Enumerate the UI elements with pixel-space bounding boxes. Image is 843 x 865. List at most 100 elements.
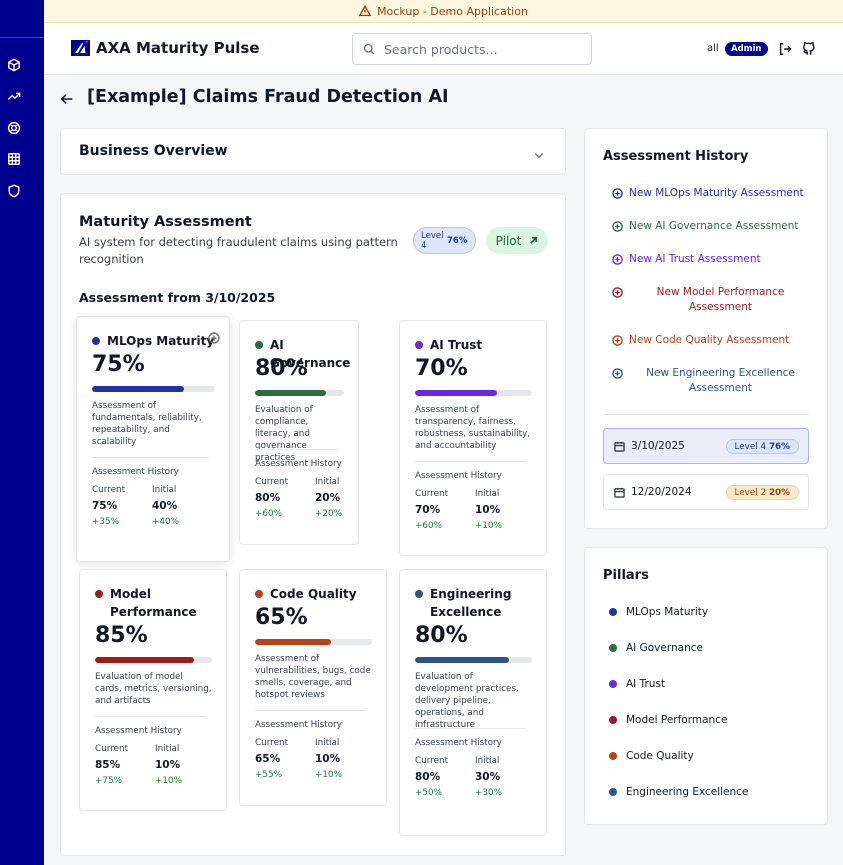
current-delta: +60% (415, 521, 442, 531)
current-delta: +55% (255, 770, 282, 780)
trending-up-icon[interactable] (7, 89, 21, 103)
current-label: Current (415, 756, 449, 766)
initial-label: Initial (475, 489, 500, 499)
pillar-card[interactable]: AI Trust 70% Assessment of transparency,… (399, 320, 547, 556)
initial-value: 10% (155, 759, 181, 771)
add-circle-icon (612, 188, 623, 199)
pillar-color-dot (609, 644, 617, 652)
pillar-description: Assessment of fundamentals, reliability,… (92, 401, 202, 447)
initial-value: 20% (315, 492, 341, 504)
assessment-date-row[interactable]: 3/10/2025 Level 4 76% (603, 428, 809, 464)
new-assessment-link[interactable]: New Engineering Excellence Assessment (612, 366, 812, 396)
pillar-score: 75% (92, 352, 145, 377)
axa-logo[interactable] (71, 40, 90, 56)
business-overview-panel[interactable]: Business Overview (60, 128, 566, 175)
add-circle-icon (612, 254, 623, 265)
pillar-color-dot (609, 788, 617, 796)
history-divider (603, 414, 809, 415)
lifebuoy-icon[interactable] (7, 121, 21, 135)
pillar-description: Assessment of transparency, fairness, ro… (415, 405, 531, 451)
current-label: Current (95, 744, 129, 754)
banner-text: Mockup - Demo Application (377, 4, 528, 18)
new-assessment-link[interactable]: New AI Governance Assessment (612, 219, 812, 234)
assessment-date-row[interactable]: 12/20/2024 Level 2 20% (603, 474, 809, 510)
new-assessment-link[interactable]: New MLOps Maturity Assessment (612, 186, 812, 201)
current-label: Current (415, 489, 449, 499)
current-delta: +35% (92, 517, 119, 527)
pillar-card[interactable]: Code Quality 65% Assessment of vulnerabi… (239, 569, 387, 806)
external-link-icon (530, 236, 538, 244)
level-label: Level 4 (421, 231, 444, 251)
new-assessment-label: New AI Trust Assessment (629, 253, 761, 265)
pillar-description: Assessment of vulnerabilities, bugs, cod… (255, 654, 371, 700)
business-overview-title: Business Overview (79, 143, 228, 159)
pillar-progress-fill (95, 657, 195, 663)
assessment-date: 3/10/2025 (631, 440, 685, 452)
cube-icon[interactable] (7, 58, 21, 72)
pillar-score: 70% (415, 356, 468, 381)
assessment-level-pct: 20% (768, 488, 790, 498)
pillar-progress-track (415, 390, 532, 396)
new-assessment-label: New Model Performance Assessment (656, 286, 785, 313)
pillar-card[interactable]: MLOps Maturity 75% Assessment of fundame… (76, 316, 230, 562)
initial-delta: +10% (155, 776, 182, 786)
pillar-divider (255, 449, 338, 450)
current-value: 85% (95, 759, 121, 771)
search-box[interactable] (352, 33, 592, 65)
pillar-card[interactable]: Engineering Excellence 80% Evaluation of… (399, 569, 547, 836)
brand-name[interactable]: AXA Maturity Pulse (96, 39, 260, 57)
grid-icon[interactable] (7, 152, 21, 166)
demo-banner: Mockup - Demo Application (44, 0, 843, 23)
pillar-progress-fill (255, 639, 332, 645)
stage-badge[interactable]: Pilot (486, 227, 548, 254)
logout-icon[interactable] (778, 41, 792, 55)
chevron-down-icon[interactable] (533, 146, 545, 159)
initial-value: 30% (475, 771, 501, 783)
pillar-card[interactable]: AI Governance 80% Evaluation of complian… (239, 320, 359, 545)
pillar-legend-label: AI Trust (626, 678, 666, 690)
new-assessment-label: New MLOps Maturity Assessment (629, 187, 804, 199)
add-circle-icon (612, 335, 623, 346)
calendar-icon (614, 441, 625, 452)
sidebar-divider (0, 37, 44, 38)
pillar-name: Engineering Excellence (430, 587, 512, 619)
pillar-color-dot (609, 752, 617, 760)
pillar-legend-item: Engineering Excellence (609, 786, 748, 798)
pillar-history-label: Assessment History (415, 738, 502, 748)
pillar-color-dot (95, 590, 103, 598)
assessment-date: 12/20/2024 (631, 486, 692, 498)
pillar-score: 85% (95, 623, 148, 648)
pillar-legend-label: Model Performance (626, 714, 728, 726)
initial-delta: +10% (315, 770, 342, 780)
assessment-level: Level 2 (734, 488, 767, 498)
pillar-score: 65% (255, 605, 308, 630)
back-arrow-icon[interactable] (60, 91, 74, 105)
new-assessment-link[interactable]: New AI Trust Assessment (612, 252, 812, 267)
pillar-progress-track (92, 386, 215, 392)
current-delta: +50% (415, 788, 442, 798)
pillar-progress-fill (92, 386, 185, 392)
pillars-title: Pillars (603, 568, 649, 583)
new-assessment-label: New Code Quality Assessment (629, 334, 790, 346)
pillar-card[interactable]: Model Performance 85% Evaluation of mode… (79, 569, 227, 811)
initial-delta: +20% (315, 509, 342, 519)
pillar-legend-item: AI Trust (609, 678, 665, 690)
pillar-name: Code Quality (270, 587, 357, 601)
pillar-history-label: Assessment History (415, 471, 502, 481)
assessment-date-heading: Assessment from 3/10/2025 (79, 290, 276, 305)
pillar-progress-track (415, 657, 532, 663)
new-assessment-link[interactable]: New Model Performance Assessment (612, 285, 812, 315)
add-circle-icon (612, 287, 623, 298)
pillar-history-label: Assessment History (255, 720, 342, 730)
initial-label: Initial (155, 744, 180, 754)
new-assessment-link[interactable]: New Code Quality Assessment (612, 333, 812, 348)
initial-value: 40% (152, 500, 178, 512)
pillar-legend-item: Model Performance (609, 714, 727, 726)
github-icon[interactable] (802, 41, 816, 55)
new-assessment-label: New Engineering Excellence Assessment (646, 367, 795, 394)
search-input[interactable] (384, 41, 584, 57)
shield-icon[interactable] (7, 184, 21, 198)
initial-label: Initial (475, 756, 500, 766)
add-circle-icon[interactable] (208, 329, 220, 344)
pillar-score: 80% (415, 623, 468, 648)
